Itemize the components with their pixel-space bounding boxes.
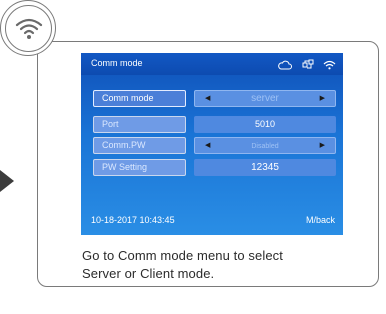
screen-header: Comm mode [81, 53, 343, 75]
left-arrow-icon[interactable]: ◀ [205, 91, 210, 106]
cloud-icon [278, 57, 293, 75]
comm-pw-selector[interactable]: ◀ Disabled ▶ [194, 137, 336, 154]
back-button[interactable]: M/back [306, 215, 335, 225]
wifi-badge [0, 0, 56, 56]
comm-mode-label: Comm mode [93, 90, 186, 107]
left-arrow-icon[interactable]: ◀ [205, 138, 210, 153]
comm-mode-value: server [251, 93, 279, 104]
status-icons [273, 57, 336, 75]
pw-setting-label: PW Setting [93, 159, 186, 176]
datetime: 10-18-2017 10:43:45 [91, 215, 175, 225]
port-label: Port [93, 116, 186, 133]
port-value[interactable]: 5010 [194, 116, 336, 133]
screen-title: Comm mode [91, 58, 143, 68]
device-screen: Comm mode Comm mode ◀ server ▶ Port 5010… [81, 53, 343, 235]
right-arrow-icon[interactable]: ▶ [320, 138, 325, 153]
wifi-icon [323, 57, 336, 75]
instruction-caption: Go to Comm mode menu to select Server or… [82, 247, 372, 283]
comm-pw-label: Comm.PW [93, 137, 186, 154]
caption-line-1: Go to Comm mode menu to select [82, 248, 283, 263]
pointer-arrow [0, 170, 14, 192]
wifi-icon [15, 18, 43, 39]
comm-mode-selector[interactable]: ◀ server ▶ [194, 90, 336, 107]
comm-pw-value: Disabled [251, 143, 279, 150]
right-arrow-icon[interactable]: ▶ [320, 91, 325, 106]
caption-line-2: Server or Client mode. [82, 266, 215, 281]
network-icon [302, 57, 314, 75]
pw-setting-value[interactable]: 12345 [194, 159, 336, 176]
